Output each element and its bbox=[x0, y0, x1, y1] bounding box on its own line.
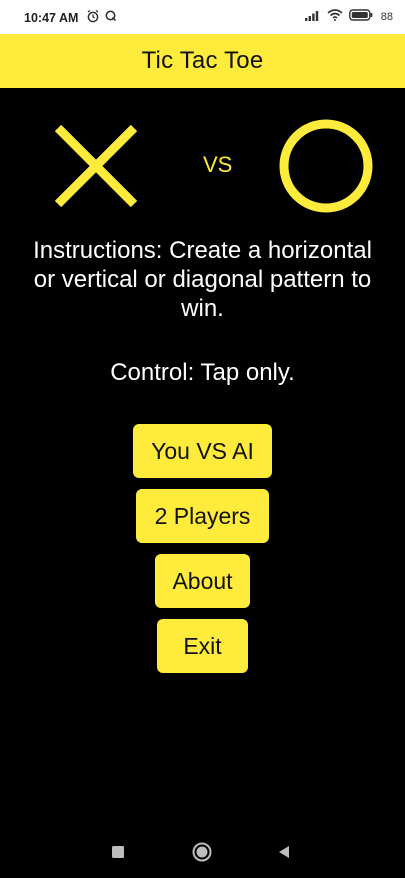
o-mark-icon bbox=[278, 118, 374, 214]
status-bar: 10:47 AM 88 bbox=[0, 0, 405, 34]
vs-label: VS bbox=[203, 152, 233, 177]
home-icon[interactable] bbox=[190, 840, 214, 864]
status-time: 10:47 AM bbox=[24, 11, 79, 25]
you-vs-ai-button[interactable]: You VS AI bbox=[133, 424, 272, 478]
battery-percentage: 88 bbox=[380, 10, 393, 23]
x-mark-icon bbox=[52, 122, 140, 210]
navigation-bar bbox=[0, 826, 405, 878]
back-icon[interactable] bbox=[272, 840, 296, 864]
control-text: Control: Tap only. bbox=[110, 359, 295, 386]
exit-button[interactable]: Exit bbox=[157, 619, 248, 673]
wifi-icon bbox=[327, 9, 343, 24]
status-right-icons: 88 bbox=[304, 9, 393, 24]
main-menu-screen: 10:47 AM 88 Tic Tac Toe VS Instructions:… bbox=[0, 0, 405, 878]
instructions-text: Instructions: Create a horizontal or ver… bbox=[33, 237, 372, 322]
app-bar: Tic Tac Toe bbox=[0, 34, 405, 88]
q-app-icon bbox=[105, 10, 117, 25]
status-left-icons bbox=[86, 9, 117, 26]
app-title: Tic Tac Toe bbox=[141, 47, 264, 74]
signal-icon bbox=[304, 9, 321, 24]
recents-icon[interactable] bbox=[106, 840, 130, 864]
about-button[interactable]: About bbox=[155, 554, 250, 608]
battery-icon bbox=[348, 9, 373, 24]
two-players-button[interactable]: 2 Players bbox=[136, 489, 269, 543]
alarm-icon bbox=[86, 9, 100, 26]
